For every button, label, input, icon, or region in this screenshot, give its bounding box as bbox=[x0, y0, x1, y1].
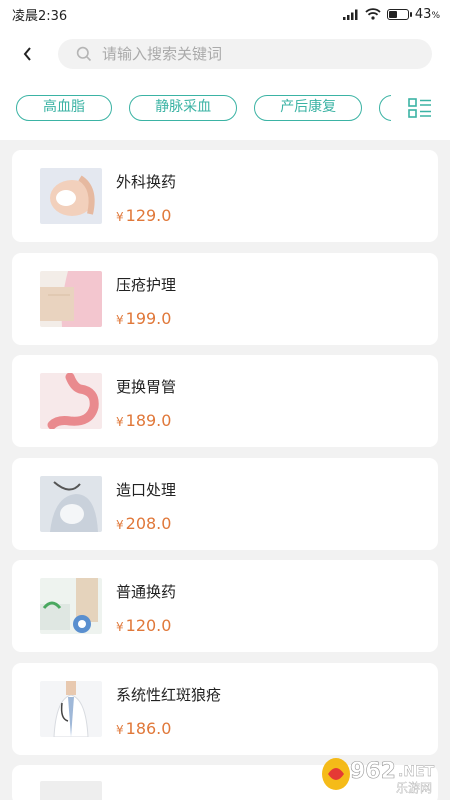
product-image bbox=[40, 373, 102, 429]
top-bar: 凌晨2:36 43% 高血脂 静脉采血 产后康复 复 bbox=[0, 0, 450, 140]
product-name: 压疮护理 bbox=[116, 275, 177, 294]
product-price: ¥199.0 bbox=[116, 308, 172, 328]
search-row bbox=[0, 28, 450, 80]
watermark-suffix: .NET bbox=[398, 764, 435, 780]
product-price: ¥129.0 bbox=[116, 206, 172, 225]
wifi-icon bbox=[365, 8, 381, 20]
product-image bbox=[40, 475, 102, 532]
product-card[interactable]: 压疮护理 ¥199.0 bbox=[12, 252, 438, 345]
product-card[interactable]: 普通换药 ¥120.0 bbox=[12, 560, 438, 652]
product-card[interactable]: 系统性红斑狼疮 ¥186.0 bbox=[12, 662, 438, 755]
tag-chip[interactable]: 复 bbox=[379, 95, 391, 121]
product-card[interactable]: 更换胃管 ¥189.0 bbox=[12, 355, 438, 447]
product-info: 造口处理 ¥208.0 bbox=[116, 473, 176, 535]
watermark-cn: 乐游网 bbox=[396, 781, 432, 795]
product-image bbox=[40, 578, 102, 634]
product-name: 普通换药 bbox=[116, 583, 177, 601]
product-info: 压疮护理 ¥199.0 bbox=[116, 268, 176, 330]
product-price: ¥189.0 bbox=[116, 411, 172, 430]
status-icons: 43% bbox=[342, 6, 440, 22]
product-card[interactable]: 外科换药 ¥129.0 bbox=[12, 150, 438, 242]
status-time: 凌晨2:36 bbox=[12, 8, 68, 24]
tag-chip[interactable]: 高血脂 bbox=[16, 95, 112, 121]
product-info: 外科换药 ¥129.0 bbox=[116, 165, 176, 227]
watermark-number: 962 bbox=[350, 759, 396, 784]
grid-list-icon[interactable] bbox=[405, 95, 435, 121]
product-info: 普通换药 ¥120.0 bbox=[116, 575, 176, 637]
product-info: 系统性红斑狼疮 ¥186.0 bbox=[116, 678, 221, 740]
product-name: 更换胃管 bbox=[116, 378, 177, 396]
product-image bbox=[40, 781, 102, 800]
battery-percent: 43% bbox=[414, 6, 440, 22]
product-image bbox=[40, 168, 102, 224]
product-info: 更换胃管 ¥189.0 bbox=[116, 370, 176, 432]
search-box[interactable] bbox=[58, 39, 432, 69]
signal-icon bbox=[342, 9, 358, 20]
search-icon bbox=[76, 46, 92, 62]
product-card[interactable]: 造口处理 ¥208.0 bbox=[12, 457, 438, 550]
watermark-logo: 962 .NET 乐游网 bbox=[316, 752, 444, 796]
search-input[interactable] bbox=[102, 45, 362, 63]
tag-chip[interactable]: 产后康复 bbox=[254, 95, 363, 121]
product-image bbox=[40, 270, 102, 327]
product-name: 外科换药 bbox=[116, 173, 177, 191]
product-price: ¥208.0 bbox=[116, 513, 172, 533]
battery-icon bbox=[386, 8, 412, 20]
product-image bbox=[40, 680, 102, 737]
tag-row: 高血脂 静脉采血 产后康复 复 bbox=[0, 95, 450, 121]
product-price: ¥120.0 bbox=[116, 616, 172, 635]
product-name: 系统性红斑狼疮 bbox=[116, 685, 222, 704]
status-bar: 凌晨2:36 43% bbox=[0, 0, 450, 28]
tag-chip[interactable]: 静脉采血 bbox=[129, 95, 238, 121]
product-price: ¥186.0 bbox=[116, 718, 172, 738]
product-list: 外科换药 ¥129.0 压疮护理 ¥199.0 更换胃管 ¥189.0 造口处理… bbox=[12, 150, 438, 800]
tag-scroll[interactable]: 高血脂 静脉采血 产后康复 复 bbox=[16, 95, 391, 121]
back-arrow-icon[interactable] bbox=[22, 42, 58, 66]
product-name: 造口处理 bbox=[116, 480, 177, 499]
